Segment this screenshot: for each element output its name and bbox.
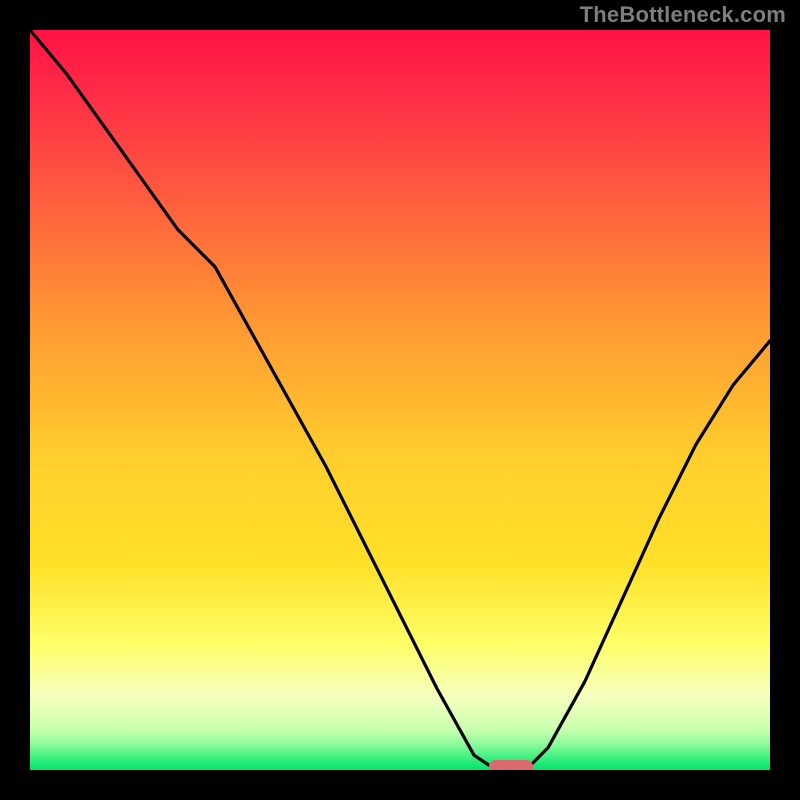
attribution-watermark: TheBottleneck.com bbox=[580, 2, 786, 28]
bottleneck-chart: TheBottleneck.com bbox=[0, 0, 800, 800]
chart-svg bbox=[0, 0, 800, 800]
plot-background bbox=[30, 30, 770, 770]
